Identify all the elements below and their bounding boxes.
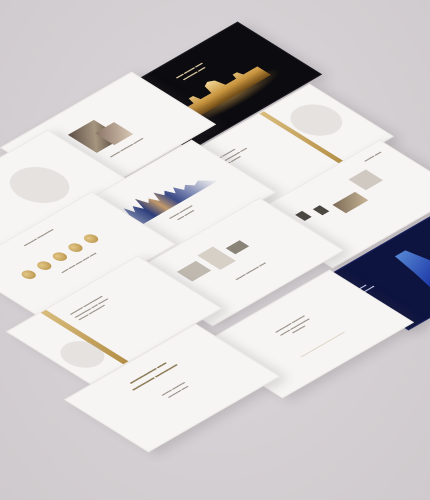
plan-tile (295, 210, 312, 221)
gold-circle-icon (65, 241, 86, 254)
diagram-block (225, 240, 250, 255)
divider-line (300, 331, 345, 358)
plan-tile (312, 205, 330, 216)
decorative-circle (0, 159, 82, 211)
gold-circle-icon (81, 232, 102, 245)
decorative-circle (51, 335, 114, 374)
plan-photo (332, 191, 369, 214)
figure-caption: ▬▬ ▬▬▬ (357, 283, 376, 293)
mockup-stage: ▬▬ ▬▬▬ ▬▬ ▬▬▬▬ ▬▬ ▬▬▬ ▬▬▬▬ ▬▬▬ ▬▬▬ ▬▬ ▬▬▬▬… (0, 0, 430, 500)
diagram-block (176, 260, 212, 282)
gold-circle-icon (49, 250, 70, 263)
gold-circle-icon (18, 268, 39, 281)
gold-circle-icon (34, 259, 55, 272)
decorative-circle (279, 98, 353, 143)
plan-tile (348, 169, 384, 191)
